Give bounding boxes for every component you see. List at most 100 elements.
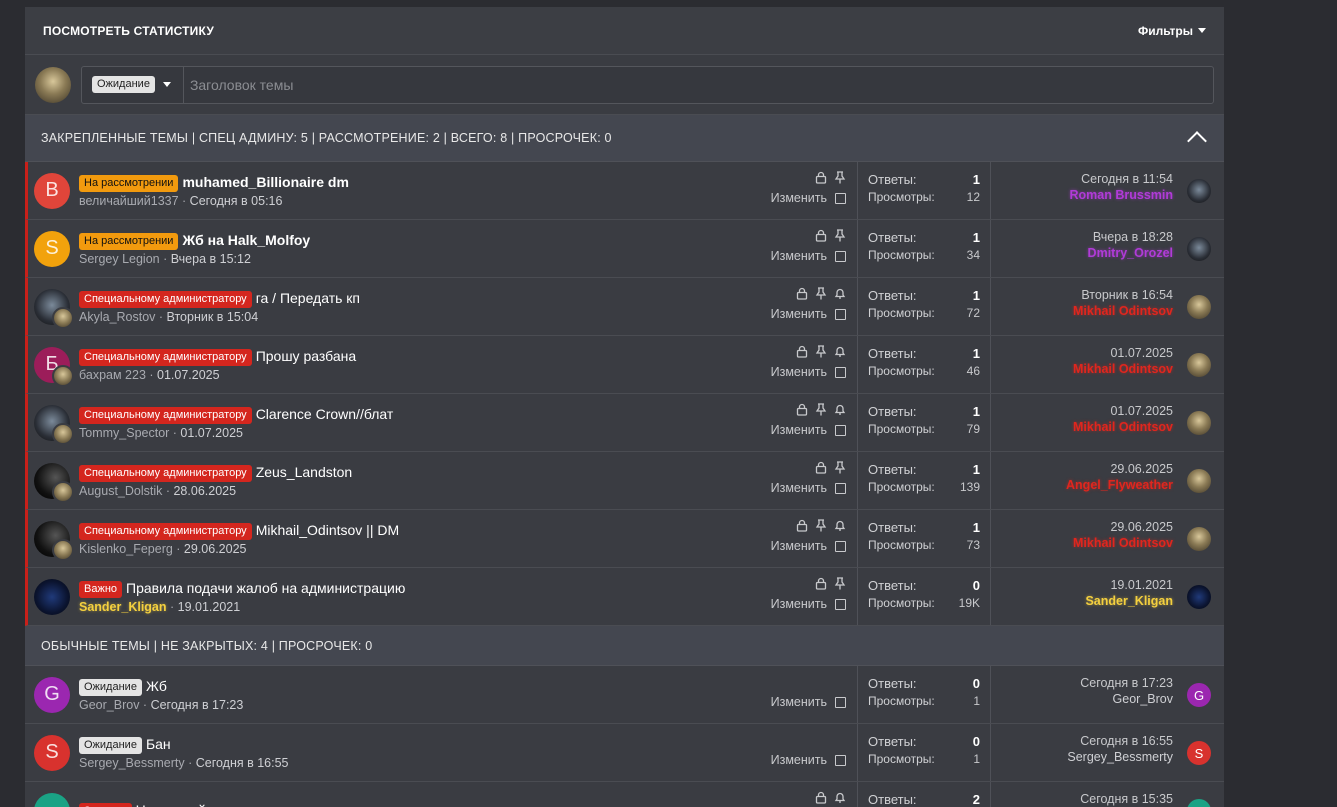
thread-start-date[interactable]: 28.06.2025 [173, 484, 236, 498]
author-avatar[interactable] [34, 521, 70, 557]
thread-prefix-badge[interactable]: Специальному администратору [79, 523, 252, 540]
last-poster-avatar[interactable] [1187, 411, 1211, 435]
last-post-user[interactable]: Dmitry_Orozel [1088, 246, 1173, 260]
select-checkbox[interactable] [835, 251, 846, 262]
last-post-user[interactable]: Mikhail Odintsov [1073, 536, 1173, 550]
last-poster-avatar[interactable] [1187, 799, 1211, 807]
thread-prefix-badge[interactable]: Ожидание [79, 679, 142, 696]
thread-author-link[interactable]: Geor_Brov [79, 698, 139, 712]
edit-control[interactable]: Изменить [771, 307, 846, 321]
thread-start-date[interactable]: Сегодня в 17:23 [151, 698, 244, 712]
thread-author-link[interactable]: Sander_Kligan [79, 600, 167, 614]
thread-row[interactable]: Специальному администраторуга / Передать… [25, 278, 1224, 336]
author-avatar[interactable] [34, 405, 70, 441]
last-post-date[interactable]: 01.07.2025 [1073, 404, 1173, 418]
thread-row[interactable]: SОжиданиеБанSergey_Bessmerty · Сегодня в… [25, 724, 1224, 782]
edit-label[interactable]: Изменить [771, 307, 827, 321]
thread-author-link[interactable]: Kislenko_Feperg [79, 542, 173, 556]
thread-author-link[interactable]: Sergey Legion [79, 252, 160, 266]
edit-control[interactable]: Изменить [771, 481, 846, 495]
edit-label[interactable]: Изменить [771, 481, 827, 495]
view-stats-link[interactable]: ПОСМОТРЕТЬ СТАТИСТИКУ [43, 24, 214, 38]
author-avatar[interactable] [34, 463, 70, 499]
author-avatar[interactable]: Б [34, 347, 70, 383]
author-avatar[interactable]: S [34, 231, 70, 267]
edit-label[interactable]: Изменить [771, 597, 827, 611]
edit-control[interactable]: Изменить [771, 249, 846, 263]
edit-control[interactable]: Изменить [771, 539, 846, 553]
edit-label[interactable]: Изменить [771, 695, 827, 709]
last-poster-avatar[interactable] [1187, 469, 1211, 493]
edit-control[interactable]: Изменить [771, 191, 846, 205]
thread-row[interactable]: Специальному администраторуClarence Crow… [25, 394, 1224, 452]
edit-control[interactable]: Изменить [771, 597, 846, 611]
thread-prefix-badge[interactable]: Специальному администратору [79, 291, 252, 308]
thread-title-link[interactable]: га / Передать кп [256, 290, 360, 306]
select-checkbox[interactable] [835, 309, 846, 320]
last-poster-avatar[interactable]: S [1187, 741, 1211, 765]
author-avatar[interactable]: G [34, 677, 70, 713]
thread-title-input[interactable]: Заголовок темы [184, 77, 293, 93]
last-poster-avatar[interactable]: G [1187, 683, 1211, 707]
author-avatar[interactable]: В [34, 173, 70, 209]
thread-prefix-badge[interactable]: На рассмотрении [79, 233, 178, 250]
last-post-user[interactable]: Angel_Flyweather [1066, 478, 1173, 492]
last-post-date[interactable]: 29.06.2025 [1066, 462, 1173, 476]
sticky-section-header[interactable]: ЗАКРЕПЛЕННЫЕ ТЕМЫ | СПЕЦ АДМИНУ: 5 | РАС… [25, 115, 1224, 162]
edit-control[interactable]: Изменить [771, 423, 846, 437]
thread-title-link[interactable]: Прошу разбана [256, 348, 356, 364]
thread-title-link[interactable]: Zeus_Landston [256, 464, 353, 480]
thread-start-date[interactable]: Вчера в 15:12 [171, 252, 251, 266]
thread-prefix-badge[interactable]: Специальному администратору [79, 407, 252, 424]
last-post-user[interactable]: Mikhail Odintsov [1073, 420, 1173, 434]
last-poster-avatar[interactable] [1187, 353, 1211, 377]
edit-label[interactable]: Изменить [771, 423, 827, 437]
edit-control[interactable]: Изменить [771, 365, 846, 379]
thread-row[interactable]: SНа рассмотренииЖб на Halk_MolfoySergey … [25, 220, 1224, 278]
select-checkbox[interactable] [835, 541, 846, 552]
thread-start-date[interactable]: 19.01.2021 [178, 600, 241, 614]
last-post-user[interactable]: Mikhail Odintsov [1073, 362, 1173, 376]
last-poster-avatar[interactable] [1187, 585, 1211, 609]
select-checkbox[interactable] [835, 425, 846, 436]
thread-start-date[interactable]: Сегодня в 16:55 [196, 756, 289, 770]
last-poster-avatar[interactable] [1187, 527, 1211, 551]
thread-row[interactable]: Специальному администраторуMikhail_Odint… [25, 510, 1224, 568]
thread-prefix-badge[interactable]: Специальному администратору [79, 349, 252, 366]
last-post-user[interactable]: Mikhail Odintsov [1073, 304, 1173, 318]
edit-label[interactable]: Изменить [771, 191, 827, 205]
thread-start-date[interactable]: 01.07.2025 [180, 426, 243, 440]
last-poster-avatar[interactable] [1187, 295, 1211, 319]
author-avatar[interactable] [34, 793, 70, 807]
thread-title-field[interactable]: Ожидание Заголовок темы [81, 66, 1214, 104]
last-post-date[interactable]: 29.06.2025 [1073, 520, 1173, 534]
thread-row[interactable]: Б Специальному администраторуПрошу разбан… [25, 336, 1224, 394]
thread-title-link[interactable]: Правила подачи жалоб на администрацию [126, 580, 405, 596]
edit-label[interactable]: Изменить [771, 539, 827, 553]
filters-dropdown[interactable]: Фильтры [1138, 24, 1206, 38]
last-post-user[interactable]: Sander_Kligan [1085, 594, 1173, 608]
thread-prefix-badge[interactable]: На рассмотрении [79, 175, 178, 192]
thread-start-date[interactable]: Сегодня в 05:16 [190, 194, 283, 208]
author-avatar[interactable]: S [34, 735, 70, 771]
thread-title-link[interactable]: muhamed_Billionaire dm [182, 174, 348, 190]
thread-author-link[interactable]: August_Dolstik [79, 484, 162, 498]
last-post-date[interactable]: Вчера в 18:28 [1088, 230, 1173, 244]
last-post-user[interactable]: Sergey_Bessmerty [1067, 750, 1173, 764]
chevron-up-icon[interactable] [1187, 131, 1207, 151]
select-checkbox[interactable] [835, 697, 846, 708]
last-post-date[interactable]: Сегодня в 15:35 [1080, 792, 1173, 806]
prefix-select[interactable]: Ожидание [82, 67, 184, 103]
thread-title-link[interactable]: Жб [146, 678, 167, 694]
last-post-date[interactable]: Сегодня в 17:23 [1080, 676, 1173, 690]
edit-label[interactable]: Изменить [771, 753, 827, 767]
thread-author-link[interactable]: величайший1337 [79, 194, 179, 208]
thread-prefix-badge[interactable]: Специальному администратору [79, 465, 252, 482]
thread-author-link[interactable]: Akyla_Rostov [79, 310, 155, 324]
thread-author-link[interactable]: Tommy_Spector [79, 426, 169, 440]
thread-start-date[interactable]: 01.07.2025 [157, 368, 220, 382]
edit-label[interactable]: Изменить [771, 249, 827, 263]
last-poster-avatar[interactable] [1187, 179, 1211, 203]
thread-row[interactable]: GОжиданиеЖбGeor_Brov · Сегодня в 17:23Из… [25, 666, 1224, 724]
last-poster-avatar[interactable] [1187, 237, 1211, 261]
